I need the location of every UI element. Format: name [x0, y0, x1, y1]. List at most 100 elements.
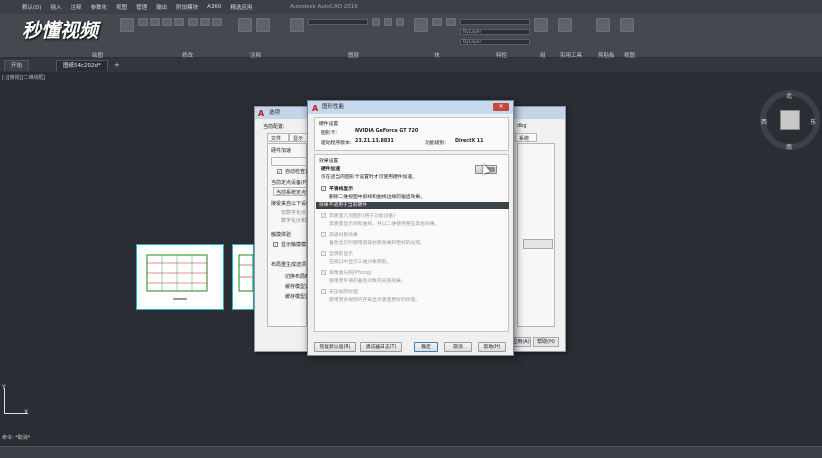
- compass-south[interactable]: 南: [786, 142, 792, 151]
- options-help-button[interactable]: 帮助(H): [533, 337, 559, 347]
- options-right-button[interactable]: [523, 239, 553, 249]
- command-line[interactable]: 命令: *取消*: [0, 432, 822, 444]
- graphics-performance-dialog: A 图形性能 ✕ 硬件设置 图形卡: NVIDIA GeForce GT 720…: [307, 100, 514, 356]
- polyline-tool-icon[interactable]: [138, 18, 148, 26]
- hw-accel-label: 硬件加速: [271, 148, 292, 154]
- text-tool-icon[interactable]: [238, 18, 252, 32]
- match-properties-icon[interactable]: [446, 18, 456, 26]
- viewport-label[interactable]: [-][俯视][二维线框]: [2, 74, 46, 81]
- smooth-line-description: 删除二维视图中斜线和曲线边缘的锯齿效果。: [329, 195, 425, 200]
- color-dropdown[interactable]: [460, 19, 530, 25]
- paste-icon[interactable]: [596, 18, 610, 32]
- tab-display-label: 显示: [293, 136, 304, 142]
- app-title: Autodesk AutoCAD 2016: [290, 4, 358, 10]
- drawing-thumbnail[interactable]: [136, 244, 224, 310]
- compass-west[interactable]: 西: [761, 117, 767, 126]
- texture-title: 未压缩的纹理: [329, 290, 358, 295]
- options-apply-button[interactable]: 应用(A): [511, 337, 531, 347]
- help-button[interactable]: 帮助(H): [478, 342, 506, 352]
- viewcube-top-face[interactable]: [780, 110, 800, 130]
- graphics-performance-button[interactable]: [271, 157, 307, 166]
- touch-label: 触摸体验: [271, 232, 292, 238]
- rotate-tool-icon[interactable]: [188, 18, 198, 26]
- menu-item-addins[interactable]: 附加模块: [176, 3, 198, 11]
- smooth-line-title: 平滑线显示: [329, 187, 353, 192]
- layer-properties-icon[interactable]: [290, 18, 304, 32]
- layer-tool-icon[interactable]: [384, 18, 392, 26]
- move-tool-icon[interactable]: [174, 18, 184, 26]
- lineweight-value: ByLayer: [463, 40, 482, 45]
- full-shadow-description: 在视口中显示三维对象阴影。: [329, 260, 392, 265]
- tab-files[interactable]: 文件: [267, 133, 289, 142]
- radio-digitizer-only[interactable]: 仅数字化仪: [281, 209, 306, 216]
- autocad-logo-icon: A: [312, 104, 319, 113]
- autocad-logo-icon: A: [258, 109, 265, 118]
- cancel-button[interactable]: 取消: [444, 342, 472, 352]
- compass-east[interactable]: 东: [810, 117, 816, 126]
- touch-checkbox[interactable]: ✓: [273, 242, 278, 247]
- insert-block-icon[interactable]: [414, 18, 428, 32]
- menu-item-a360[interactable]: A360: [207, 4, 221, 10]
- layout-regen-label: 布局重生成选项: [271, 262, 307, 268]
- ucs-x-label: X: [24, 409, 29, 416]
- line-tool-icon[interactable]: [120, 18, 134, 32]
- geometry-title: 高质量几何图形(用于功能设备): [329, 214, 396, 219]
- trim-tool-icon[interactable]: [200, 18, 210, 26]
- full-shadow-checkbox[interactable]: [321, 251, 326, 256]
- circle-tool-icon[interactable]: [150, 18, 160, 26]
- gfx-titlebar[interactable]: A 图形性能 ✕: [308, 101, 513, 114]
- tab-start[interactable]: 开始: [4, 60, 30, 71]
- ribbon: ByLayer ByLayer 绘图 修改 注释 图层 块 特性 组 实用工具 …: [0, 14, 822, 59]
- measure-icon[interactable]: [558, 18, 572, 32]
- material-title: 高级材质效果: [329, 233, 358, 238]
- smooth-line-checkbox[interactable]: ✓: [321, 186, 326, 191]
- tab-drawing[interactable]: 图纸54c202d*: [56, 60, 108, 71]
- menu-bar: 默认(D) 插入 注释 参数化 视图 管理 输出 附加模块 A360 精选应用 …: [0, 0, 822, 14]
- menu-item-insert[interactable]: 插入: [51, 3, 62, 11]
- tab-system[interactable]: 系统: [515, 133, 537, 142]
- driver-version-value: 23.21.13.8831: [355, 139, 394, 144]
- debugger-log-button[interactable]: 调试器日志(T): [360, 342, 402, 352]
- options-right-panel: [517, 143, 555, 327]
- menu-item-view[interactable]: 视图: [116, 3, 127, 11]
- high-quality-geometry-checkbox[interactable]: [321, 213, 326, 218]
- menu-item-default[interactable]: 默认(D): [22, 3, 42, 11]
- floor-plan-drawing: [146, 254, 208, 300]
- hw-accel-title: 硬件加速: [321, 167, 341, 172]
- menu-item-featured[interactable]: 精选应用: [230, 3, 252, 11]
- ucs-y-label: Y: [2, 384, 6, 391]
- linetype-dropdown[interactable]: ByLayer: [460, 29, 530, 35]
- auto-check-checkbox[interactable]: ✓: [277, 169, 282, 174]
- restore-defaults-button[interactable]: 恢复默认值(R): [314, 342, 356, 352]
- graphics-card-value: NVIDIA GeForce GT 720: [355, 129, 419, 134]
- dimension-tool-icon[interactable]: [256, 18, 270, 32]
- geometry-description: 高质量显示线和曲线，并以二维使用某些其他效果。: [329, 222, 440, 227]
- compass-north[interactable]: 北: [786, 91, 792, 100]
- layer-dropdown[interactable]: [308, 19, 368, 25]
- menu-item-manage[interactable]: 管理: [136, 3, 147, 11]
- hw-accel-description: 仅在适当的图形卡设置时才可使用硬件加速。: [321, 175, 417, 180]
- not-applicable-bar: 效果不适用于当前硬件: [316, 202, 509, 209]
- drawing-thumbnail[interactable]: [232, 244, 254, 310]
- menu-item-parametric[interactable]: 参数化: [91, 3, 108, 11]
- tab-files-label: 文件: [271, 136, 282, 142]
- hw-section-title: 硬件设置: [319, 122, 339, 127]
- group-icon[interactable]: [534, 18, 548, 32]
- advanced-material-checkbox[interactable]: [321, 232, 326, 237]
- layer-tool-icon[interactable]: [372, 18, 380, 26]
- ok-button[interactable]: 确定: [414, 342, 438, 352]
- uncompressed-texture-checkbox[interactable]: [321, 289, 326, 294]
- create-block-icon[interactable]: [432, 18, 442, 26]
- menu-item-output[interactable]: 输出: [156, 3, 167, 11]
- feature-level-value: DirectX 11: [455, 139, 484, 144]
- mirror-tool-icon[interactable]: [212, 18, 222, 26]
- layer-tool-icon[interactable]: [396, 18, 404, 26]
- pointing-device-select[interactable]: 当前系统定点设备: [273, 187, 316, 196]
- arc-tool-icon[interactable]: [162, 18, 172, 26]
- menu-item-annotate[interactable]: 注释: [71, 3, 82, 11]
- close-icon[interactable]: ✕: [493, 103, 509, 111]
- lineweight-dropdown[interactable]: ByLayer: [460, 39, 530, 45]
- per-pixel-lighting-checkbox[interactable]: [321, 270, 326, 275]
- add-tab-icon[interactable]: +: [114, 61, 120, 69]
- view-icon[interactable]: [620, 18, 634, 32]
